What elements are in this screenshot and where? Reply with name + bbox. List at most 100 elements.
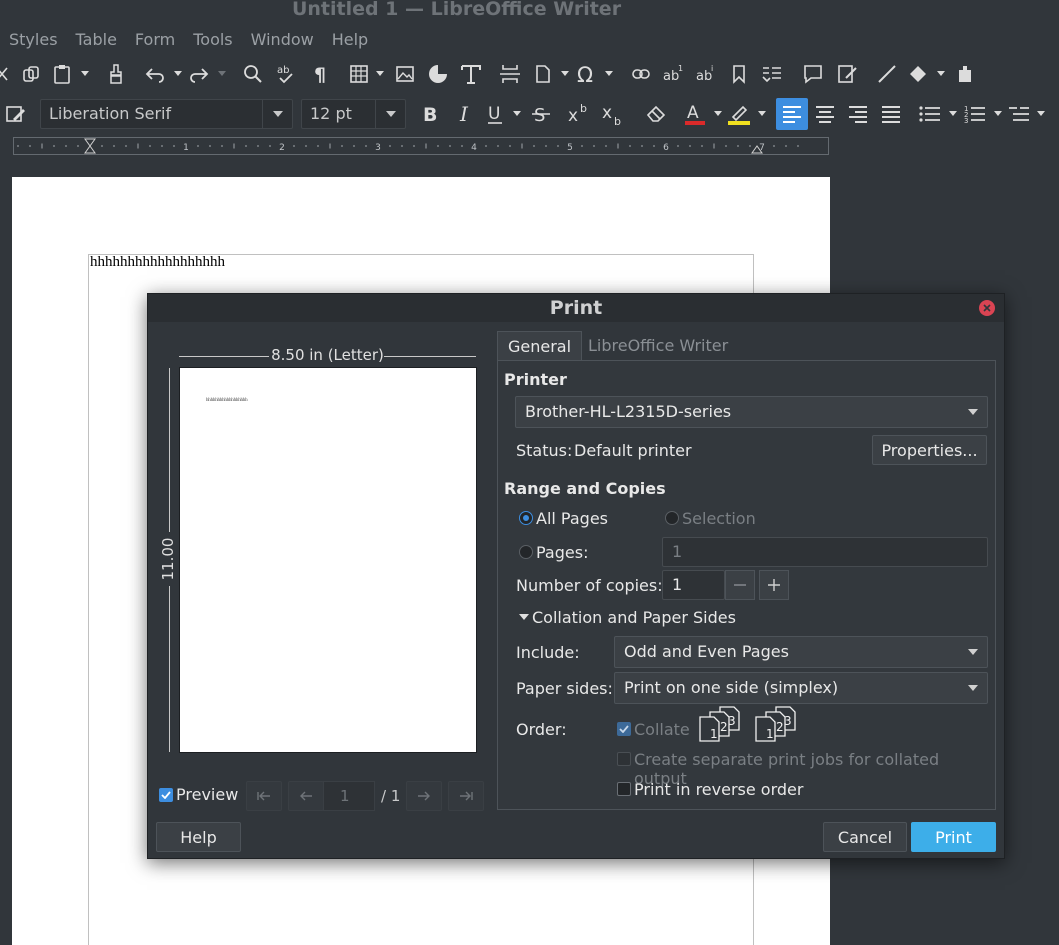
pages-radio[interactable]: [519, 545, 533, 559]
unordered-list-icon[interactable]: [917, 100, 943, 128]
preview-checkbox[interactable]: [159, 787, 173, 802]
draw-functions-icon[interactable]: [952, 60, 978, 88]
selection-label[interactable]: Selection: [682, 509, 756, 528]
collate-label[interactable]: Collate: [634, 720, 690, 739]
pages-label[interactable]: Pages:: [536, 543, 588, 562]
menu-window[interactable]: Window: [242, 28, 323, 54]
horizontal-ruler[interactable]: 1234567: [13, 137, 829, 155]
insert-field-icon[interactable]: [530, 60, 556, 88]
track-changes-icon[interactable]: [835, 60, 861, 88]
find-replace-icon[interactable]: [240, 60, 266, 88]
selection-radio[interactable]: [665, 511, 679, 525]
menu-table[interactable]: Table: [67, 28, 126, 54]
highlight-color-dropdown-icon[interactable]: [757, 100, 767, 128]
undo-icon[interactable]: [142, 60, 168, 88]
justify-icon[interactable]: [878, 100, 904, 128]
align-right-icon[interactable]: [845, 100, 871, 128]
spelling-icon[interactable]: ab: [273, 60, 299, 88]
insert-line-icon[interactable]: [874, 60, 900, 88]
unordered-list-dropdown-icon[interactable]: [948, 100, 958, 128]
basic-shapes-icon[interactable]: [905, 60, 931, 88]
first-page-button[interactable]: [246, 781, 282, 811]
copy-icon[interactable]: [18, 60, 44, 88]
font-color-dropdown-icon[interactable]: [713, 100, 723, 128]
preview-checkbox-row[interactable]: Preview: [159, 785, 238, 804]
undo-dropdown-icon[interactable]: [173, 60, 183, 88]
close-icon[interactable]: [979, 300, 995, 316]
outline-format-icon[interactable]: [1006, 100, 1032, 128]
previous-page-button[interactable]: [288, 781, 324, 811]
menu-help[interactable]: Help: [323, 28, 377, 54]
cancel-button[interactable]: Cancel: [823, 822, 907, 852]
insert-comment-icon[interactable]: [800, 60, 826, 88]
menu-tools[interactable]: Tools: [184, 28, 241, 54]
document-text[interactable]: hhhhhhhhhhhhhhhhhh: [90, 254, 225, 271]
cut-icon[interactable]: [0, 60, 16, 88]
outline-format-dropdown-icon[interactable]: [1036, 100, 1046, 128]
font-name-dropdown-icon[interactable]: [262, 100, 292, 128]
separate-jobs-checkbox[interactable]: [617, 752, 631, 766]
tab-general[interactable]: General: [497, 331, 583, 361]
insert-table-icon[interactable]: [346, 60, 372, 88]
ordered-list-dropdown-icon[interactable]: [993, 100, 1003, 128]
bold-icon[interactable]: B: [417, 100, 443, 128]
strikethrough-icon[interactable]: S: [528, 100, 554, 128]
help-button[interactable]: Help: [156, 822, 241, 852]
subscript-icon[interactable]: xb: [601, 100, 627, 128]
redo-dropdown-icon[interactable]: [217, 60, 227, 88]
font-color-icon[interactable]: A: [682, 100, 708, 128]
italic-icon[interactable]: I: [451, 100, 477, 128]
all-pages-label[interactable]: All Pages: [536, 509, 608, 528]
align-center-icon[interactable]: [812, 100, 838, 128]
superscript-icon[interactable]: xb: [567, 100, 593, 128]
insert-page-break-icon[interactable]: [497, 60, 523, 88]
printer-select[interactable]: Brother-HL-L2315D-series: [515, 396, 988, 428]
underline-icon[interactable]: U: [482, 100, 508, 128]
basic-shapes-dropdown-icon[interactable]: [936, 60, 946, 88]
page-number-field[interactable]: 1: [323, 781, 375, 811]
collation-expander-label[interactable]: Collation and Paper Sides: [532, 608, 736, 627]
all-pages-radio[interactable]: [519, 511, 533, 525]
expander-open-icon[interactable]: [519, 614, 529, 620]
formatting-marks-icon[interactable]: ¶: [308, 60, 334, 88]
properties-button[interactable]: Properties...: [872, 435, 987, 465]
highlight-color-icon[interactable]: [726, 100, 752, 128]
ruler-indent-marker[interactable]: [84, 138, 96, 154]
underline-dropdown-icon[interactable]: [512, 100, 522, 128]
endnote-icon[interactable]: ab i: [694, 60, 720, 88]
paste-icon[interactable]: [49, 60, 75, 88]
insert-table-dropdown-icon[interactable]: [375, 60, 385, 88]
collate-checkbox[interactable]: [617, 722, 631, 736]
font-name-box[interactable]: Liberation Serif: [40, 99, 293, 129]
copies-input[interactable]: 1: [662, 570, 725, 600]
reverse-order-checkbox[interactable]: [617, 782, 631, 796]
redo-icon[interactable]: [186, 60, 212, 88]
align-left-icon[interactable]: [776, 98, 808, 130]
pages-input[interactable]: 1: [662, 537, 988, 567]
special-character-icon[interactable]: Ω: [574, 60, 600, 88]
ordered-list-icon[interactable]: 123: [962, 100, 988, 128]
clear-formatting-icon[interactable]: [643, 100, 669, 128]
paper-sides-select[interactable]: Print on one side (simplex): [614, 672, 988, 704]
footnote-icon[interactable]: ab 1: [661, 60, 687, 88]
insert-text-box-icon[interactable]: [458, 60, 484, 88]
next-page-button[interactable]: [406, 781, 442, 811]
copies-increment-button[interactable]: [759, 570, 789, 600]
last-page-button[interactable]: [448, 781, 484, 811]
menu-styles[interactable]: Styles: [0, 28, 67, 54]
font-size-box[interactable]: 12 pt: [301, 99, 406, 129]
print-button[interactable]: Print: [911, 822, 996, 852]
insert-chart-icon[interactable]: [425, 60, 451, 88]
special-character-dropdown-icon[interactable]: [604, 60, 614, 88]
menu-form[interactable]: Form: [126, 28, 184, 54]
paragraph-style-icon[interactable]: [3, 100, 29, 128]
insert-image-icon[interactable]: [392, 60, 418, 88]
font-size-dropdown-icon[interactable]: [375, 100, 405, 128]
clone-formatting-icon[interactable]: [103, 60, 129, 88]
paste-dropdown-icon[interactable]: [80, 60, 90, 88]
cross-reference-icon[interactable]: [759, 60, 785, 88]
tab-libreoffice-writer[interactable]: LibreOffice Writer: [578, 331, 738, 361]
insert-field-dropdown-icon[interactable]: [560, 60, 570, 88]
hyperlink-icon[interactable]: [628, 60, 654, 88]
copies-decrement-button[interactable]: [725, 570, 755, 600]
